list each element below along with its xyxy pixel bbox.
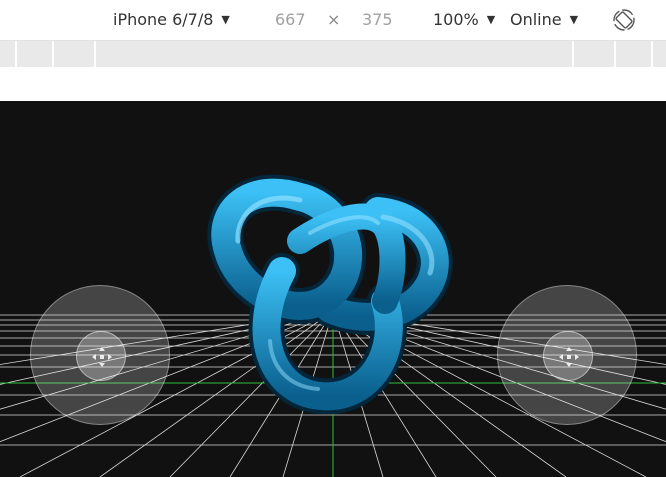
- dpad-arrows-icon: [92, 347, 112, 367]
- device-select[interactable]: iPhone 6/7/8 ▼: [113, 8, 230, 32]
- viewport-margin: [0, 67, 666, 101]
- media-query-bar[interactable]: [0, 41, 666, 67]
- torus-knot: [207, 174, 453, 415]
- times-separator: ×: [327, 10, 341, 29]
- move-joystick[interactable]: [30, 285, 170, 425]
- ruler-divider: [651, 41, 653, 67]
- network-label: Online: [510, 10, 562, 29]
- width-input[interactable]: 667: [275, 8, 306, 32]
- webgl-canvas[interactable]: [0, 101, 666, 477]
- move-joystick-knob[interactable]: [76, 331, 126, 381]
- ruler-divider: [572, 41, 574, 67]
- chevron-down-icon: ▼: [569, 13, 579, 26]
- look-joystick-knob[interactable]: [543, 331, 593, 381]
- chevron-down-icon: ▼: [486, 13, 496, 26]
- chevron-down-icon: ▼: [221, 13, 230, 26]
- ruler-divider: [15, 41, 17, 67]
- look-joystick[interactable]: [497, 285, 637, 425]
- rotate-device-button[interactable]: [611, 7, 637, 33]
- device-toolbar: iPhone 6/7/8 ▼ 667 × 375 100% ▼ Online ▼: [0, 0, 666, 41]
- network-select[interactable]: Online ▼: [510, 8, 578, 32]
- zoom-select[interactable]: 100% ▼: [433, 8, 495, 32]
- height-input[interactable]: 375: [362, 8, 393, 32]
- rotate-device-icon: [613, 9, 635, 31]
- ruler-divider: [94, 41, 96, 67]
- dpad-arrows-icon: [559, 347, 579, 367]
- device-label: iPhone 6/7/8: [113, 10, 214, 29]
- ruler-divider: [52, 41, 54, 67]
- ruler-divider: [614, 41, 616, 67]
- zoom-label: 100%: [433, 10, 479, 29]
